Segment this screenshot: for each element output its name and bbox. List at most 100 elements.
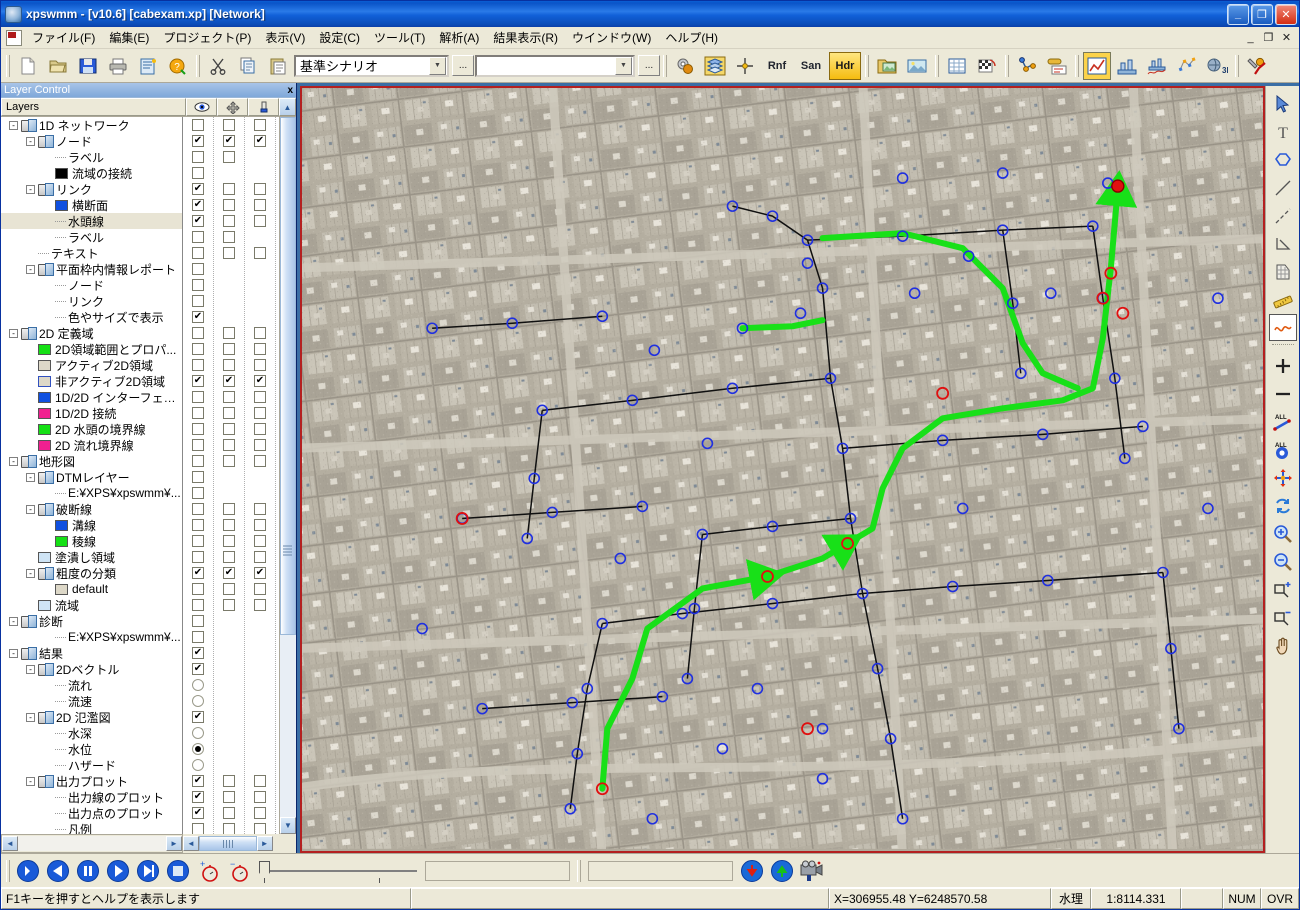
layer-toggle-cell[interactable] [183,693,213,709]
layer-color-swatch[interactable] [38,359,51,371]
save-icon[interactable] [74,52,102,80]
layer-checkbox[interactable] [223,775,235,787]
layer-checkbox[interactable] [192,487,204,499]
export-down-icon[interactable] [738,857,766,885]
layer-toggle-cell[interactable] [245,437,275,453]
layer-checkbox[interactable]: ✔ [192,711,204,723]
chevron-down-icon-2[interactable]: ▼ [615,56,632,75]
minimize-button[interactable]: _ [1227,3,1249,25]
layer-toggle-cell[interactable] [214,789,244,805]
expand-collapse-icon[interactable]: - [9,648,18,658]
copy-icon[interactable] [234,52,262,80]
expand-collapse-icon[interactable]: - [9,456,18,466]
layer-row[interactable]: - 2Dベクトル [1,661,182,677]
layer-toggle-cell[interactable] [214,149,244,165]
select-all-nodes-icon[interactable]: ALL [1269,436,1297,463]
editable-column-header[interactable] [248,98,279,116]
layer-row[interactable]: 1D/2D インターフェイス [1,389,182,405]
layer-checkbox[interactable] [192,279,204,291]
animation-time-field[interactable] [425,860,570,881]
layer-toggle-cell[interactable] [214,229,244,245]
layer-toggle-cell[interactable] [245,581,275,597]
layer-toggle-cell[interactable] [183,549,213,565]
layer-checkbox[interactable] [192,359,204,371]
map-frame[interactable] [300,86,1265,853]
layer-checkbox[interactable]: ✔ [254,135,266,147]
layer-checkbox[interactable] [254,823,266,834]
text-tool-icon[interactable]: T [1269,118,1297,145]
layer-checkbox[interactable] [223,183,235,195]
layer-color-swatch[interactable] [38,551,51,563]
layer-toggle-cell[interactable] [214,821,244,834]
layer-checkbox[interactable]: ✔ [192,791,204,803]
layer-checkbox[interactable] [254,183,266,195]
menu-project[interactable]: プロジェクト(P) [156,26,258,49]
columns-scroll-thumb[interactable] [199,836,257,851]
layer-checkbox[interactable]: ✔ [192,135,204,147]
layer-toggle-cell[interactable]: ✔ [183,645,213,661]
layer-row[interactable]: 横断面 [1,197,182,213]
layer-checkbox[interactable] [192,407,204,419]
layer-row[interactable]: - 粗度の分類 [1,565,182,581]
layer-row[interactable]: テキスト [1,245,182,261]
layer-row[interactable]: 水頭線 [1,213,182,229]
layer-toggle-cell[interactable]: ✔ [183,661,213,677]
layer-toggle-cell[interactable] [245,117,275,133]
layer-toggle-cell[interactable] [183,597,213,613]
layer-checkbox[interactable] [192,295,204,307]
scenario-combobox[interactable]: 基準シナリオ ▼ [294,54,449,77]
layer-checkbox[interactable] [192,119,204,131]
layer-checkbox[interactable] [192,503,204,515]
layer-checkbox[interactable] [223,215,235,227]
secondary-browse-button[interactable]: ... [638,55,660,76]
layer-row[interactable]: - 診断 [1,613,182,629]
expand-collapse-icon[interactable]: - [26,184,35,194]
layer-row[interactable]: 流域の接続 [1,165,182,181]
layer-checkbox[interactable] [223,519,235,531]
layer-checkbox[interactable] [192,327,204,339]
layer-checkbox[interactable] [254,343,266,355]
layer-checkbox[interactable] [192,231,204,243]
layer-checkbox[interactable] [254,551,266,563]
select-arrow-icon[interactable] [1269,90,1297,117]
menu-tools[interactable]: ツール(T) [367,26,432,49]
layer-checkbox[interactable] [192,167,204,179]
menu-help[interactable]: ヘルプ(H) [658,26,725,49]
layer-checkbox[interactable] [192,151,204,163]
layer-checkbox[interactable] [254,503,266,515]
polygon-tool-icon[interactable] [1269,146,1297,173]
layer-toggle-cell[interactable] [245,405,275,421]
layer-color-swatch[interactable] [55,583,68,595]
layer-row[interactable]: 水位 [1,741,182,757]
layer-checkbox[interactable] [254,535,266,547]
layer-checkbox[interactable] [223,791,235,803]
mesh-icon[interactable] [1173,52,1201,80]
layer-checkbox[interactable]: ✔ [192,199,204,211]
image-layer-icon[interactable] [903,52,931,80]
pause-button[interactable] [74,857,102,885]
expand-collapse-icon[interactable]: - [26,568,35,578]
layer-toggle-cell[interactable] [245,533,275,549]
layer-color-swatch[interactable] [55,167,68,179]
menu-window[interactable]: ウインドウ(W) [565,26,658,49]
layer-toggle-cell[interactable] [245,341,275,357]
open-map-icon[interactable] [873,52,901,80]
layer-toggle-cell[interactable] [183,293,213,309]
layer-checkbox[interactable]: ✔ [192,647,204,659]
layer-checkbox[interactable] [192,343,204,355]
layer-toggle-cell[interactable] [245,197,275,213]
layer-toggle-cell[interactable] [183,677,213,693]
profile-plot-tool-icon[interactable] [1268,314,1297,341]
layer-toggle-cell[interactable] [183,533,213,549]
zoom-out-icon[interactable] [1269,548,1297,575]
mode-san-button[interactable]: San [795,52,827,80]
scroll-up-button[interactable]: ▲ [279,98,296,116]
layer-row[interactable]: - 1D ネットワーク [1,117,182,133]
layer-toggle-cell[interactable] [183,821,213,834]
layer-toggle-cell[interactable] [183,357,213,373]
layer-row[interactable]: 1D/2D 接続 [1,405,182,421]
ruler-tool-icon[interactable] [1269,286,1297,313]
animation-timeline-slider[interactable] [257,859,417,883]
layer-row[interactable]: ハザード [1,757,182,773]
play-reverse-button[interactable] [44,857,72,885]
